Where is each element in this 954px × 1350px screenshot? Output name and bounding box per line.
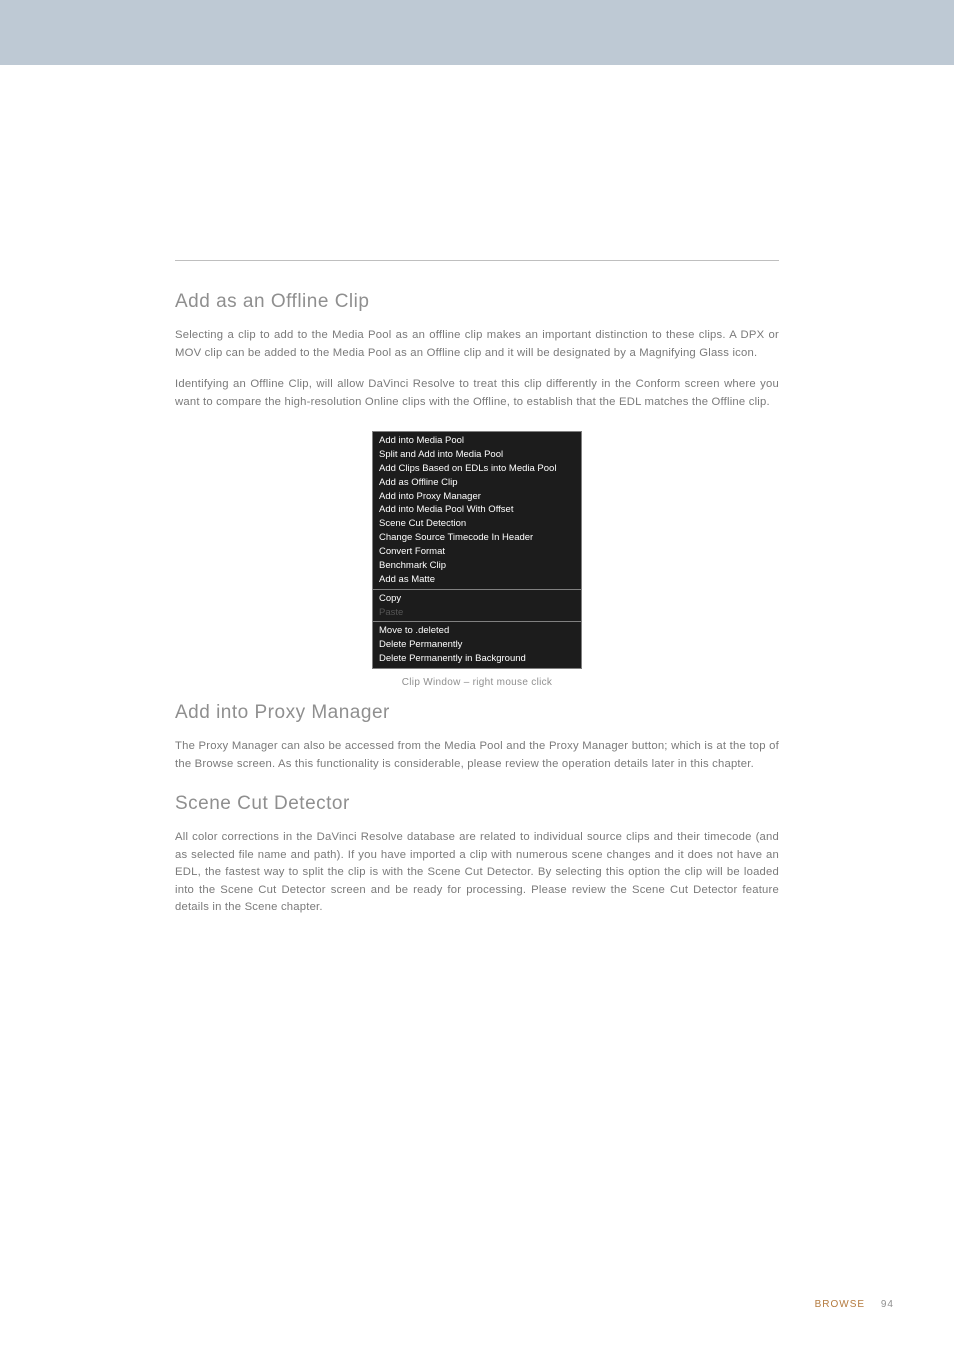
section-add-offline: Add as an Offline Clip Selecting a clip … bbox=[175, 291, 779, 411]
menu-item[interactable]: Change Source Timecode In Header bbox=[373, 531, 581, 545]
menu-item[interactable]: Convert Format bbox=[373, 545, 581, 559]
section-scene-cut: Scene Cut Detector All color corrections… bbox=[175, 793, 779, 917]
header-bar bbox=[0, 0, 954, 65]
menu-separator bbox=[373, 589, 581, 590]
menu-item[interactable]: Add as Matte bbox=[373, 573, 581, 587]
menu-item[interactable]: Add into Proxy Manager bbox=[373, 490, 581, 504]
context-menu-figure: Add into Media Pool Split and Add into M… bbox=[175, 431, 779, 669]
menu-item[interactable]: Scene Cut Detection bbox=[373, 517, 581, 531]
footer-section: BROWSE bbox=[815, 1299, 865, 1310]
menu-item[interactable]: Add into Media Pool bbox=[373, 434, 581, 448]
heading-add-offline: Add as an Offline Clip bbox=[175, 291, 779, 313]
footer-page-number: 94 bbox=[881, 1299, 894, 1310]
heading-scene-cut: Scene Cut Detector bbox=[175, 793, 779, 815]
menu-item-paste: Paste bbox=[373, 606, 581, 620]
horizontal-rule bbox=[175, 260, 779, 261]
body-text: Identifying an Offline Clip, will allow … bbox=[175, 376, 779, 411]
page-footer: BROWSE 94 bbox=[815, 1299, 894, 1310]
body-text: All color corrections in the DaVinci Res… bbox=[175, 829, 779, 917]
menu-separator bbox=[373, 621, 581, 622]
context-menu: Add into Media Pool Split and Add into M… bbox=[372, 431, 582, 669]
menu-item[interactable]: Split and Add into Media Pool bbox=[373, 448, 581, 462]
menu-item[interactable]: Benchmark Clip bbox=[373, 559, 581, 573]
section-proxy-manager: Add into Proxy Manager The Proxy Manager… bbox=[175, 702, 779, 773]
body-text: The Proxy Manager can also be accessed f… bbox=[175, 738, 779, 773]
figure-caption: Clip Window – right mouse click bbox=[175, 677, 779, 688]
page-content: Add as an Offline Clip Selecting a clip … bbox=[0, 65, 954, 1350]
menu-item[interactable]: Delete Permanently bbox=[373, 638, 581, 652]
body-text: Selecting a clip to add to the Media Poo… bbox=[175, 327, 779, 362]
menu-item[interactable]: Delete Permanently in Background bbox=[373, 652, 581, 666]
menu-item[interactable]: Add as Offline Clip bbox=[373, 476, 581, 490]
menu-item-copy[interactable]: Copy bbox=[373, 592, 581, 606]
menu-item[interactable]: Move to .deleted bbox=[373, 624, 581, 638]
menu-item[interactable]: Add into Media Pool With Offset bbox=[373, 503, 581, 517]
menu-item[interactable]: Add Clips Based on EDLs into Media Pool bbox=[373, 462, 581, 476]
heading-proxy-manager: Add into Proxy Manager bbox=[175, 702, 779, 724]
